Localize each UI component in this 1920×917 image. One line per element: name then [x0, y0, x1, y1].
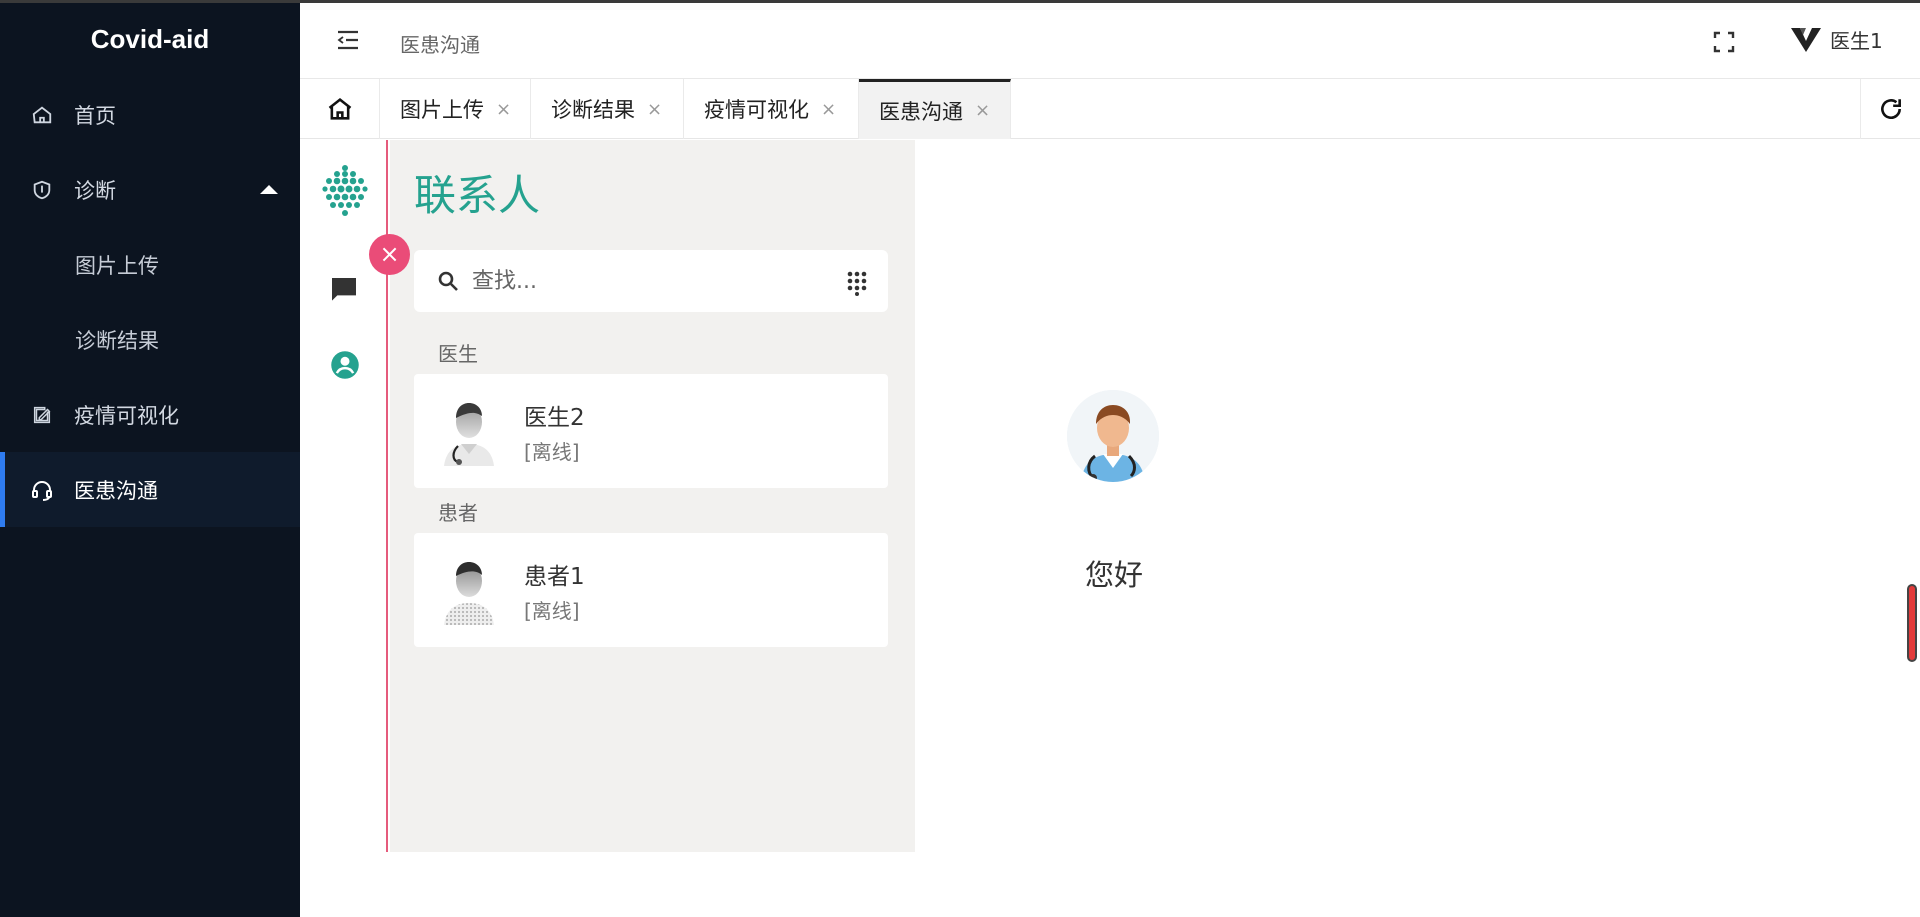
sidebar-item-label: 诊断结果 — [75, 328, 159, 353]
group-label-doctors: 医生 — [438, 342, 478, 366]
contact-item[interactable]: 患者1 [离线] — [414, 533, 888, 647]
sidebar-item-epidemic-visualization[interactable]: 疫情可视化 — [0, 377, 300, 452]
contact-name: 医生2 — [524, 405, 585, 431]
breadcrumb: 医患沟通 — [400, 33, 480, 57]
contacts-panel: 联系人 医生 医生2 [离线] 患者 — [390, 140, 915, 852]
chat-greeting-message: 您好 — [1085, 558, 1144, 592]
tab-label: 图片上传 — [400, 98, 484, 122]
vuetify-logo-icon — [1791, 27, 1821, 52]
tab-epidemic-visualization[interactable]: 疫情可视化 × — [684, 79, 859, 139]
sidebar-item-doctor-patient-chat[interactable]: 医患沟通 — [0, 452, 300, 527]
contact-name: 患者1 — [524, 564, 585, 590]
menu-collapse-icon[interactable] — [336, 29, 358, 51]
tab-image-upload[interactable]: 图片上传 × — [380, 79, 531, 139]
close-icon[interactable]: × — [647, 99, 662, 120]
sidebar-item-label: 疫情可视化 — [74, 403, 179, 428]
chat-pane: 您好 — [915, 140, 1920, 852]
tab-home[interactable] — [300, 79, 380, 139]
tabs-bar: 图片上传 × 诊断结果 × 疫情可视化 × 医患沟通 × — [300, 79, 1920, 139]
search-box[interactable] — [414, 250, 888, 312]
caret-up-icon — [260, 185, 278, 194]
user-menu[interactable]: 医生1 — [1790, 25, 1883, 54]
close-icon[interactable]: × — [496, 99, 511, 120]
sidebar-item-label: 诊断 — [74, 178, 116, 203]
fullscreen-icon[interactable] — [1712, 30, 1736, 54]
contacts-title: 联系人 — [414, 171, 541, 220]
patient-avatar-icon — [444, 562, 494, 625]
scrollbar-thumb[interactable] — [1907, 584, 1917, 662]
refresh-button[interactable] — [1860, 79, 1920, 139]
shield-icon — [30, 178, 54, 202]
close-button[interactable]: × — [369, 234, 410, 275]
sidebar-item-image-upload[interactable]: 图片上传 — [0, 227, 300, 302]
doctor-illustration-icon — [1067, 390, 1159, 482]
headset-icon — [30, 478, 54, 502]
close-icon[interactable]: × — [975, 100, 990, 121]
tab-doctor-patient-chat[interactable]: 医患沟通 × — [859, 79, 1011, 139]
tab-label: 医患沟通 — [879, 99, 963, 124]
dark-mode-icon[interactable] — [330, 782, 356, 812]
doctor-avatar — [1067, 390, 1159, 482]
contact-status: [离线] — [524, 599, 580, 623]
tab-label: 疫情可视化 — [704, 98, 809, 122]
refresh-icon — [1880, 99, 1901, 120]
dots-logo-icon — [320, 164, 370, 218]
chart-edit-icon — [30, 403, 54, 427]
top-header: 医患沟通 医生1 — [300, 3, 1920, 79]
sidebar-item-home[interactable]: 首页 — [0, 77, 300, 152]
search-input[interactable] — [472, 268, 812, 294]
sidebar-item-label: 图片上传 — [75, 253, 159, 278]
sidebar-item-label: 医患沟通 — [74, 478, 158, 503]
contact-item[interactable]: 医生2 [离线] — [414, 374, 888, 488]
sidebar-item-label: 首页 — [74, 103, 116, 128]
tab-label: 诊断结果 — [551, 98, 635, 122]
tab-diagnosis-result[interactable]: 诊断结果 × — [531, 79, 684, 139]
home-icon — [30, 103, 54, 127]
contact-status: [离线] — [524, 440, 580, 464]
sidebar-item-diagnosis-result[interactable]: 诊断结果 — [0, 302, 300, 377]
doctor-avatar-icon — [444, 403, 494, 466]
brand-title: Covid-aid — [90, 24, 210, 54]
sidebar-item-diagnosis[interactable]: 诊断 — [0, 152, 300, 227]
sidebar: Covid-aid 首页 诊断 图片上传 诊断结果 疫情可视化 医患沟通 — [0, 3, 300, 917]
group-label-patients: 患者 — [438, 501, 478, 525]
chat-bubble-icon[interactable] — [328, 274, 360, 310]
user-name: 医生1 — [1830, 29, 1883, 53]
contacts-icon[interactable] — [330, 350, 360, 384]
home-icon — [328, 98, 351, 120]
close-icon[interactable]: × — [821, 99, 836, 120]
dialpad-icon[interactable] — [846, 270, 868, 300]
search-icon — [438, 271, 458, 291]
